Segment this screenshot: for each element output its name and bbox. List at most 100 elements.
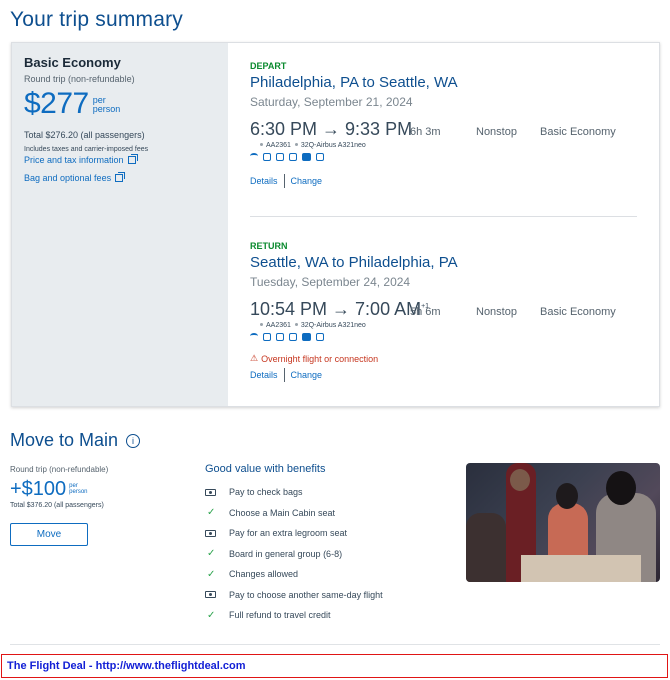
bag-fees-link[interactable]: Bag and optional fees (24, 172, 216, 183)
fare-panel: Basic Economy Round trip (non-refundable… (12, 43, 228, 406)
photo-tray (521, 555, 641, 582)
per-person-label: per person (93, 96, 121, 114)
return-aircraft: 32Q-Airbus A321neo (300, 322, 366, 329)
depart-cabin: Basic Economy (540, 126, 616, 138)
return-details-link[interactable]: Details (250, 370, 278, 380)
phone-icon (289, 333, 297, 341)
photo-figure (606, 471, 636, 505)
app-icon (316, 153, 324, 161)
person-label: person (69, 489, 88, 495)
move-button[interactable]: Move (10, 523, 88, 546)
benefit-item: Pay to choose another same-day flight (205, 585, 455, 606)
benefit-text: Full refund to travel credit (229, 610, 331, 621)
usb-icon (276, 153, 284, 161)
info-icon[interactable]: i (126, 433, 141, 448)
check-mark: ✓ (207, 507, 216, 519)
external-link-icon (127, 154, 138, 164)
cabin-photo (466, 463, 660, 582)
move-price: +$100 (10, 478, 67, 500)
return-route: Seattle, WA to Philadelphia, PA (250, 254, 458, 271)
return-stops: Nonstop (476, 306, 517, 318)
fare-includes-note: Includes taxes and carrier-imposed fees (24, 146, 149, 153)
benefit-item: Pay for an extra legroom seat (205, 523, 455, 544)
check-icon: ✓ (205, 569, 229, 580)
return-cabin: Basic Economy (540, 306, 616, 318)
app-icon (316, 333, 324, 341)
link-separator (283, 368, 285, 382)
entertainment-icon (302, 153, 311, 161)
fare-name: Basic Economy (24, 55, 121, 70)
fare-subtitle: Round trip (non-refundable) (24, 74, 135, 84)
fare-total: Total $276.20 (all passengers) (24, 130, 145, 140)
return-times-row: 10:54 PM → 7:00 AM+1 5h 6m Nonstop Basic… (250, 299, 637, 320)
benefit-text: Pay to choose another same-day flight (229, 589, 383, 600)
bullet-icon (260, 323, 263, 326)
return-times-text: 10:54 PM → 7:00 AM (250, 299, 422, 319)
trip-summary-card: Basic Economy Round trip (non-refundable… (11, 42, 660, 407)
usb-icon (276, 333, 284, 341)
bag-fees-link-label[interactable]: Bag and optional fees (24, 173, 111, 183)
return-date: Tuesday, September 24, 2024 (250, 275, 411, 289)
check-mark: ✓ (207, 609, 216, 621)
benefit-text: Changes allowed (229, 569, 299, 580)
warning-icon: ⚠ (250, 353, 259, 363)
external-link-icon (115, 172, 126, 182)
benefit-rows: Pay to check bags ✓ Choose a Main Cabin se… (205, 482, 455, 626)
photo-figure (510, 469, 530, 491)
depart-change-link[interactable]: Change (291, 176, 323, 186)
return-amenities (250, 333, 637, 341)
depart-details-link[interactable]: Details (250, 176, 278, 186)
wifi-icon (250, 333, 258, 339)
benefit-item: ✓ Board in general group (6-8) (205, 544, 455, 565)
depart-route: Philadelphia, PA to Seattle, WA (250, 74, 458, 91)
depart-links: Details Change (250, 174, 637, 188)
benefit-text: Choose a Main Cabin seat (229, 507, 336, 518)
deal-banner: The Flight Deal - http://www.theflightde… (1, 654, 668, 678)
check-mark: ✓ (207, 568, 216, 580)
return-label: RETURN (250, 241, 288, 251)
depart-duration: 6h 3m (410, 126, 441, 138)
power-icon (263, 153, 271, 161)
move-per-person: per person (69, 483, 87, 495)
phone-icon (289, 153, 297, 161)
depart-flight-number: AA2361 (266, 142, 291, 149)
return-links: Details Change (250, 368, 637, 382)
move-subtitle: Round trip (non-refundable) (10, 465, 109, 474)
depart-times-row: 6:30 PM → 9:33 PM 6h 3m Nonstop Basic Ec… (250, 119, 637, 140)
price-tax-link[interactable]: Price and tax information (24, 154, 216, 165)
pay-icon (205, 488, 229, 496)
return-leg: RETURN Seattle, WA to Philadelphia, PA T… (250, 241, 637, 382)
move-title-text: Move to Main (10, 430, 119, 450)
depart-amenities (250, 153, 637, 161)
link-separator (283, 174, 285, 188)
depart-leg: DEPART Philadelphia, PA to Seattle, WA S… (250, 61, 637, 188)
depart-flight-info: AA2361 32Q-Airbus A321neo (250, 142, 637, 149)
overnight-warning: ⚠ Overnight flight or connection (250, 353, 637, 364)
deal-banner-text[interactable]: The Flight Deal - http://www.theflightde… (7, 660, 246, 672)
bullet-icon (294, 323, 298, 326)
benefit-item: ✓ Changes allowed (205, 564, 455, 585)
benefit-text: Pay for an extra legroom seat (229, 528, 348, 539)
flight-legs: DEPART Philadelphia, PA to Seattle, WA S… (228, 43, 659, 406)
pay-mark (205, 529, 216, 537)
depart-date: Saturday, September 21, 2024 (250, 95, 413, 109)
photo-figure (556, 483, 578, 509)
depart-stops: Nonstop (476, 126, 517, 138)
section-divider (10, 644, 660, 645)
return-times: 10:54 PM → 7:00 AM+1 (250, 299, 429, 320)
benefit-text: Board in general group (6-8) (229, 548, 343, 559)
bullet-icon (260, 143, 263, 146)
check-icon: ✓ (205, 548, 229, 559)
return-change-link[interactable]: Change (291, 370, 323, 380)
benefits-title: Good value with benefits (205, 463, 326, 475)
pay-mark (205, 488, 216, 496)
page-title: Your trip summary (10, 8, 184, 31)
pay-icon (205, 529, 229, 537)
benefit-item: Pay to check bags (205, 482, 455, 503)
wifi-icon (250, 153, 258, 159)
benefits-list: Good value with benefits Pay to check ba… (205, 463, 455, 626)
price-tax-link-label[interactable]: Price and tax information (24, 155, 124, 165)
return-duration: 5h 6m (410, 306, 441, 318)
benefit-text: Pay to check bags (229, 487, 303, 498)
power-icon (263, 333, 271, 341)
